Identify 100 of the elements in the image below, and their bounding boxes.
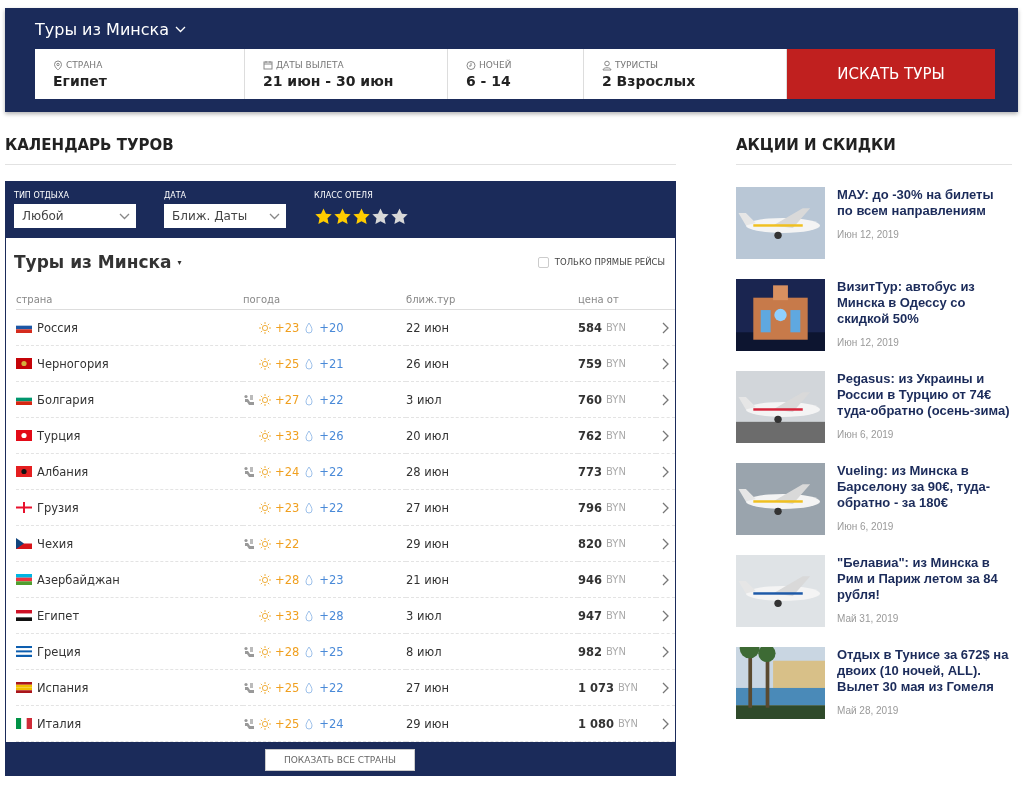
price: 773 (578, 464, 602, 479)
date-dropdown[interactable]: Ближ. Даты (164, 204, 286, 228)
search-field[interactable]: НОЧЕЙ 6 - 14 (448, 49, 584, 99)
country-name[interactable]: Албания (37, 464, 89, 479)
promo-date: Май 28, 2019 (837, 705, 900, 716)
country-name[interactable]: Чехия (37, 536, 74, 551)
show-all-button[interactable]: ПОКАЗАТЬ ВСЕ СТРАНЫ (265, 749, 415, 771)
air-temperature: +25 (275, 716, 300, 731)
chevron-right-icon[interactable] (662, 501, 669, 514)
country-name[interactable]: Болгария (37, 392, 95, 407)
checkbox[interactable] (537, 256, 549, 268)
water-drop-icon (303, 717, 316, 730)
chevron-right-icon[interactable] (662, 645, 669, 658)
country-name[interactable]: Россия (37, 320, 78, 335)
field-value: 6 - 14 (466, 72, 512, 89)
sun-icon (259, 681, 271, 694)
field-value: 2 Взрослых (602, 72, 697, 89)
tour-date: 20 июл (406, 428, 449, 443)
country-name[interactable]: Египет (37, 608, 80, 623)
water-drop-icon (303, 357, 316, 370)
clock-icon (466, 59, 476, 71)
star-icon[interactable] (352, 207, 371, 226)
water-temperature: +20 (319, 320, 344, 335)
chevron-down-icon (269, 212, 280, 220)
currency: BYN (606, 538, 626, 549)
promo-title-link[interactable]: Vueling: из Минска в Барселону за 90€, туда-обратно - за 180€ (837, 463, 1012, 511)
country-name[interactable]: Азербайджан (37, 572, 120, 587)
chevron-right-icon[interactable] (662, 393, 669, 406)
water-temperature: +22 (319, 680, 344, 695)
water-temperature: +22 (319, 500, 344, 515)
promo-title-link[interactable]: "Белавиа": из Минска в Рим и Париж летом за 84 рубля! (837, 555, 1012, 603)
search-field[interactable]: ТУРИСТЫ 2 Взрослых (584, 49, 787, 99)
star-icon[interactable] (390, 207, 409, 226)
pin-icon (53, 59, 63, 71)
sun-icon (259, 357, 271, 370)
chevron-right-icon[interactable] (662, 321, 669, 334)
search-field[interactable]: ДАТЫ ВЫЛЕТА 21 июн - 30 июн (245, 49, 448, 99)
field-label: ДАТЫ ВЫЛЕТА (263, 59, 429, 71)
filter-label: КЛАСС ОТЕЛЯ (314, 191, 374, 200)
country-name[interactable]: Черногория (37, 356, 109, 371)
currency: BYN (606, 394, 626, 405)
section-heading: КАЛЕНДАРЬ ТУРОВ (5, 136, 676, 165)
calendar-icon (263, 59, 273, 71)
chevron-right-icon[interactable] (662, 429, 669, 442)
promo-date: Июн 6, 2019 (837, 429, 895, 440)
chevron-right-icon[interactable] (662, 357, 669, 370)
water-temperature: +22 (319, 392, 344, 407)
sun-icon (259, 393, 271, 406)
promo-title-link[interactable]: Отдых в Тунисе за 672$ на двоих (10 ночей, ALL). Вылет 30 мая из Гомеля (837, 647, 1012, 695)
promo-title-link[interactable]: Pegasus: из Украины и России в Турцию от 74€ туда-обратно (осень-зима) (837, 371, 1012, 419)
promo-title-link[interactable]: МАУ: до -30% на билеты по всем направлениям (837, 187, 1012, 219)
tour-date: 3 июл (406, 608, 442, 623)
promo-date: Май 31, 2019 (837, 613, 900, 624)
tour-date: 22 июн (406, 320, 449, 335)
country-name[interactable]: Грузия (37, 500, 79, 515)
type-dropdown[interactable]: Любой (14, 204, 136, 228)
currency: BYN (606, 466, 626, 477)
departure-dropdown[interactable]: Туры из Минска (35, 20, 187, 39)
chevron-right-icon[interactable] (662, 537, 669, 550)
field-value: Египет (53, 72, 108, 89)
sun-icon (259, 609, 271, 622)
chevron-right-icon[interactable] (662, 609, 669, 622)
country-name[interactable]: Турция (37, 428, 81, 443)
promo-title-link[interactable]: ВизитТур: автобус из Минска в Одессу со скидкой 50% (837, 279, 1012, 327)
tour-date: 3 июл (406, 392, 442, 407)
chevron-right-icon[interactable] (662, 681, 669, 694)
star-icon[interactable] (371, 207, 390, 226)
search-field[interactable]: СТРАНА Египет (35, 49, 245, 99)
price: 796 (578, 500, 602, 515)
water-temperature: +24 (319, 716, 344, 731)
water-drop-icon (303, 501, 316, 514)
field-label: НОЧЕЙ (466, 59, 565, 71)
air-temperature: +33 (275, 608, 300, 623)
country-name[interactable]: Испания (37, 680, 89, 695)
price: 1 080 (578, 716, 614, 731)
chevron-right-icon[interactable] (662, 465, 669, 478)
sun-icon (259, 573, 271, 586)
price: 762 (578, 428, 602, 443)
water-temperature: +22 (319, 464, 344, 479)
price: 759 (578, 356, 602, 371)
sun-icon (259, 465, 271, 478)
water-drop-icon (303, 645, 316, 658)
search-button[interactable]: ИСКАТЬ ТУРЫ (787, 49, 995, 99)
star-icon[interactable] (333, 207, 352, 226)
column-header: ближ.тур (406, 294, 578, 310)
sun-icon (259, 717, 271, 730)
column-header: страна (16, 294, 243, 310)
country-name[interactable]: Италия (37, 716, 82, 731)
promo-date: Июн 6, 2019 (837, 521, 895, 532)
sun-icon (259, 537, 271, 550)
chevron-right-icon[interactable] (662, 573, 669, 586)
currency: BYN (606, 646, 626, 657)
price: 947 (578, 608, 602, 623)
star-icon[interactable] (314, 207, 333, 226)
caret-icon[interactable]: ▾ (177, 257, 182, 267)
currency: BYN (606, 430, 626, 441)
field-label: СТРАНА (53, 59, 226, 71)
chevron-right-icon[interactable] (662, 717, 669, 730)
table-title[interactable]: Туры из Минска (14, 252, 172, 272)
country-name[interactable]: Греция (37, 644, 81, 659)
